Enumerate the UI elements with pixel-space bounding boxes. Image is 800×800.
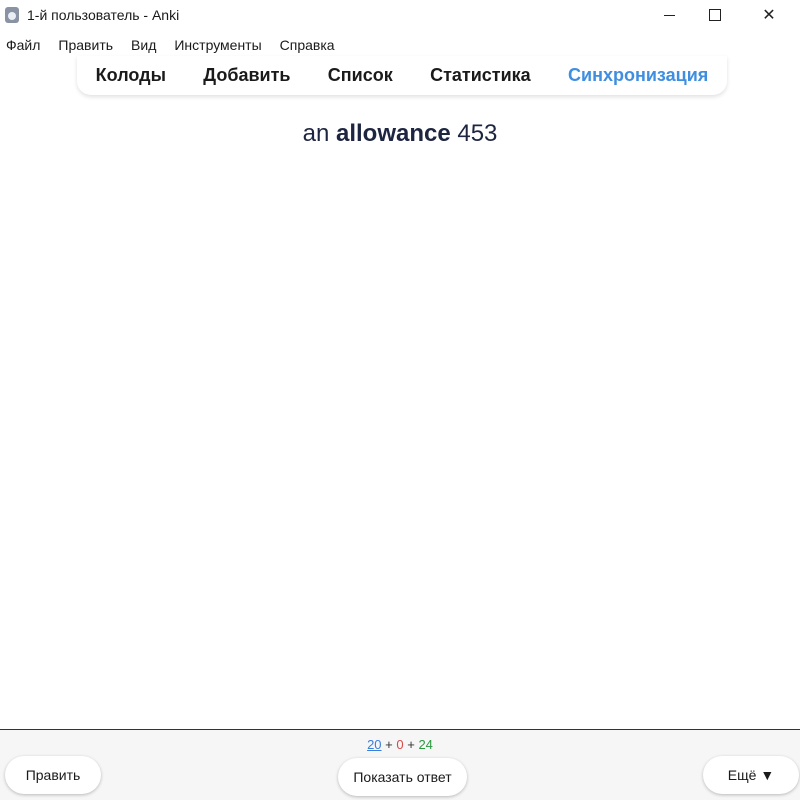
- anki-window: 1-й пользователь - Anki ✕ Файл Править В…: [0, 0, 800, 800]
- title-bar: 1-й пользователь - Anki ✕: [0, 0, 800, 30]
- maximize-button[interactable]: [692, 0, 738, 30]
- top-nav: Колоды Добавить Список Статистика Синхро…: [77, 56, 727, 95]
- count-review: 24: [418, 737, 433, 752]
- card-question: an allowance 453: [0, 120, 800, 148]
- menu-bar: Файл Править Вид Инструменты Справка: [0, 34, 800, 56]
- show-answer-button[interactable]: Показать ответ: [338, 758, 467, 796]
- nav-stats[interactable]: Статистика: [430, 65, 531, 86]
- card-word: allowance: [335, 120, 451, 147]
- window-title: 1-й пользователь - Anki: [27, 7, 180, 23]
- minimize-icon: [663, 14, 675, 16]
- menu-help[interactable]: Справка: [280, 37, 335, 53]
- window-controls: ✕: [646, 0, 800, 30]
- menu-tools[interactable]: Инструменты: [174, 37, 261, 53]
- count-sep-1: +: [385, 737, 393, 752]
- maximize-icon: [709, 9, 721, 21]
- menu-view[interactable]: Вид: [131, 37, 156, 53]
- due-counts: 20 + 0 + 24: [0, 737, 800, 752]
- menu-edit[interactable]: Править: [58, 37, 113, 53]
- anki-icon: [5, 7, 19, 23]
- close-button[interactable]: ✕: [738, 0, 800, 30]
- more-button[interactable]: Ещё ▼: [703, 756, 799, 794]
- nav-add[interactable]: Добавить: [203, 65, 290, 86]
- card-prefix: an: [302, 120, 330, 147]
- nav-decks[interactable]: Колоды: [96, 65, 166, 86]
- card-number: 453: [457, 120, 498, 147]
- count-learn: 0: [396, 737, 404, 752]
- edit-button[interactable]: Править: [5, 756, 101, 794]
- nav-sync[interactable]: Синхронизация: [568, 65, 708, 86]
- close-icon: ✕: [762, 7, 776, 24]
- nav-browse[interactable]: Список: [328, 65, 393, 86]
- menu-file[interactable]: Файл: [6, 37, 40, 53]
- count-sep-2: +: [407, 737, 415, 752]
- count-new[interactable]: 20: [367, 737, 381, 752]
- minimize-button[interactable]: [646, 0, 692, 30]
